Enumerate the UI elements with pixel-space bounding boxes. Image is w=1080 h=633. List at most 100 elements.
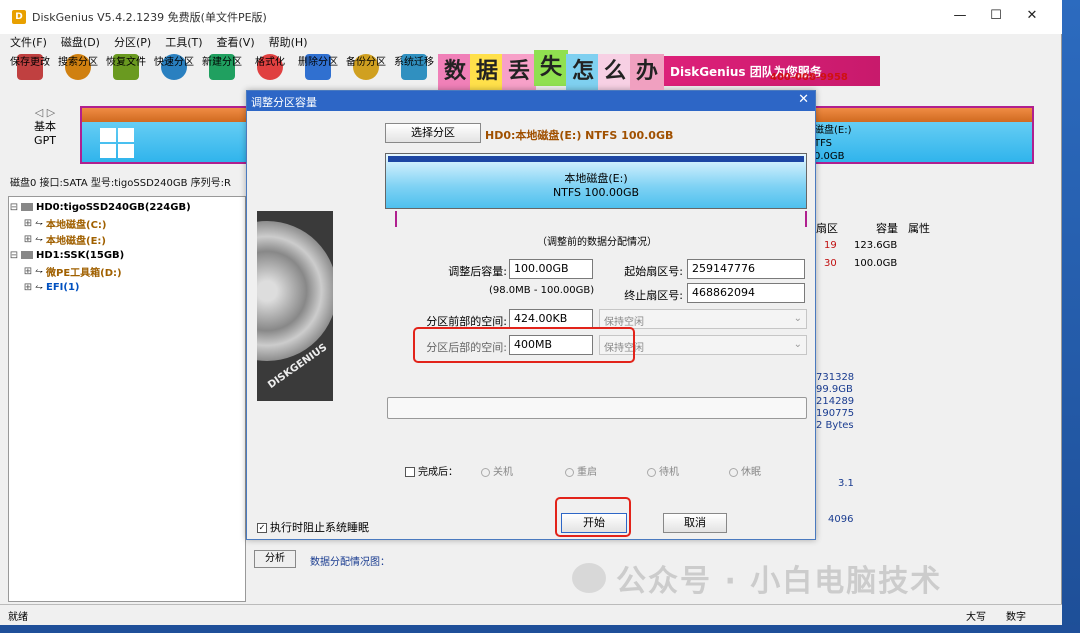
- partition-icon: ⥊: [35, 265, 43, 277]
- selected-partition-label: HD0:本地磁盘(E:) NTFS 100.0GB: [485, 129, 674, 142]
- finish-checkbox[interactable]: 完成后：: [405, 463, 458, 478]
- expand-icon[interactable]: ⊞: [23, 266, 33, 277]
- menu-partition[interactable]: 分区(P): [114, 34, 151, 52]
- radio-shutdown[interactable]: 关机: [481, 463, 513, 478]
- search-partition-button[interactable]: 搜索分区: [54, 52, 102, 98]
- tree-item-efi[interactable]: ⊞ ⥊ EFI(1): [9, 279, 245, 295]
- disk-icon: [21, 203, 33, 211]
- col-header-sector: 扇区: [816, 222, 838, 235]
- menu-disk[interactable]: 磁盘(D): [61, 34, 100, 52]
- minimize-icon[interactable]: —: [940, 8, 980, 26]
- tree-item-d[interactable]: ⊞ ⥊ 微PE工具箱(D:): [9, 263, 245, 279]
- disk-info-line: 磁盘0 接口:SATA 型号:tigoSSD240GB 序列号:R: [10, 178, 231, 189]
- partition-preview-name: 本地磁盘(E:): [564, 172, 628, 185]
- radio-label: 重启: [577, 467, 597, 478]
- menu-help[interactable]: 帮助(H): [269, 34, 308, 52]
- banner-char: 么: [598, 54, 632, 90]
- tree-label: 微PE工具箱(D:): [46, 267, 122, 279]
- banner-phone: 400-008-9958: [770, 72, 848, 83]
- tree-label: 本地磁盘(E:): [46, 235, 106, 247]
- window-title: DiskGenius V5.4.2.1239 免费版(单文件PE版): [32, 11, 267, 24]
- col-header-attr: 属性: [908, 222, 930, 235]
- hdd-platter: [257, 221, 333, 361]
- info-value: 214289: [816, 396, 855, 407]
- partition-e-size: 0.0GB: [814, 151, 845, 162]
- before-space-select[interactable]: 保持空闲 ⌄: [599, 309, 807, 329]
- expand-icon[interactable]: ⊞: [23, 282, 33, 293]
- status-caps: 大写: [966, 612, 986, 623]
- col-header-capacity: 容量: [876, 222, 898, 235]
- info-value: 3.1: [838, 478, 854, 489]
- tree-item-c[interactable]: ⊞ ⥊ 本地磁盘(C:): [9, 215, 245, 231]
- desktop-bottom: [0, 625, 1080, 633]
- menu-view[interactable]: 查看(V): [217, 34, 255, 52]
- tree-label: EFI(1): [46, 281, 80, 293]
- collapse-icon[interactable]: ⊟: [9, 250, 19, 261]
- prevent-sleep-checkbox[interactable]: ✓ 执行时阻止系统睡眠: [257, 519, 369, 535]
- end-sector-label: 终止扇区号:: [624, 289, 683, 302]
- tree-item-hd1[interactable]: ⊟ HD1:SSK(15GB): [9, 247, 245, 263]
- tree-item-e[interactable]: ⊞ ⥊ 本地磁盘(E:): [9, 231, 245, 247]
- new-partition-button[interactable]: 新建分区: [198, 52, 246, 98]
- info-value: 4096: [828, 514, 854, 525]
- highlight-after-space: [413, 327, 635, 363]
- partition-icon: ⥊: [35, 233, 43, 245]
- chevron-down-icon: ⌄: [793, 313, 802, 324]
- nav-arrows-icon[interactable]: ◁ ▷: [30, 106, 60, 120]
- start-sector-input[interactable]: 259147776: [687, 259, 805, 279]
- select-partition-button[interactable]: 选择分区: [385, 123, 481, 143]
- expand-icon[interactable]: ⊞: [23, 234, 33, 245]
- banner-char: 办: [630, 54, 664, 90]
- checkbox-checked-icon: ✓: [257, 523, 267, 533]
- disk-gpt-label: GPT: [34, 134, 56, 147]
- table-cell: 123.6GB: [854, 240, 898, 251]
- partition-e-name: 磁盘(E:): [814, 125, 852, 136]
- partition-e-fs: TFS: [814, 138, 833, 149]
- table-cell: 100.0GB: [854, 258, 898, 269]
- radio-standby[interactable]: 待机: [647, 463, 679, 478]
- watermark-text: 公众号 · 小白电脑技术: [616, 564, 943, 599]
- disk-basic-label: 基本: [34, 120, 56, 133]
- menu-file[interactable]: 文件(F): [10, 34, 47, 52]
- tree-label: HD0:tigoSSD240GB(224GB): [36, 201, 191, 213]
- prevent-sleep-label: 执行时阻止系统睡眠: [270, 521, 369, 534]
- tree-item-hd0[interactable]: ⊟ HD0:tigoSSD240GB(224GB): [9, 199, 245, 215]
- watermark: 公众号 · 小白电脑技术: [572, 556, 942, 600]
- info-value: 2 Bytes: [816, 420, 854, 431]
- radio-icon: [565, 467, 574, 477]
- desktop-edge: [1062, 0, 1080, 633]
- size-label: 调整后容量:: [448, 265, 507, 278]
- radio-label: 待机: [659, 467, 679, 478]
- tree-label: HD1:SSK(15GB): [36, 249, 125, 261]
- dialog-title-bar: 调整分区容量 ✕: [247, 91, 815, 111]
- progress-bar: [387, 397, 807, 419]
- partition-icon: ⥊: [35, 217, 43, 229]
- partition-preview-bar: [388, 156, 804, 162]
- before-space-input[interactable]: 424.00KB: [509, 309, 593, 329]
- analyze-label: 数据分配情况图：: [310, 557, 390, 568]
- recover-files-button[interactable]: 恢复文件: [102, 52, 150, 98]
- banner-char: 失: [534, 50, 568, 86]
- hdd-image: DISKGENIUS: [257, 211, 333, 401]
- banner-char: 据: [470, 54, 504, 90]
- save-changes-button[interactable]: 保存更改: [6, 52, 54, 98]
- collapse-icon[interactable]: ⊟: [9, 202, 19, 213]
- end-sector-input[interactable]: 468862094: [687, 283, 805, 303]
- info-value: 99.9GB: [816, 384, 853, 395]
- analyze-button[interactable]: 分析: [254, 550, 296, 568]
- info-value: 190775: [816, 408, 855, 419]
- table-cell: 19: [824, 240, 837, 251]
- app-icon: D: [12, 10, 26, 24]
- cancel-button[interactable]: 取消: [663, 513, 727, 533]
- menu-tools[interactable]: 工具(T): [165, 34, 202, 52]
- maximize-icon[interactable]: ☐: [976, 8, 1016, 26]
- radio-restart[interactable]: 重启: [565, 463, 597, 478]
- expand-icon[interactable]: ⊞: [23, 218, 33, 229]
- radio-icon: [481, 467, 490, 477]
- partition-e-label: 磁盘(E:) TFS 0.0GB: [814, 124, 852, 163]
- close-icon[interactable]: ✕: [1012, 8, 1052, 26]
- radio-hibernate[interactable]: 休眠: [729, 463, 761, 478]
- banner-char: 丢: [502, 54, 536, 90]
- quick-partition-button[interactable]: 快速分区: [150, 52, 198, 98]
- close-icon[interactable]: ✕: [798, 92, 809, 107]
